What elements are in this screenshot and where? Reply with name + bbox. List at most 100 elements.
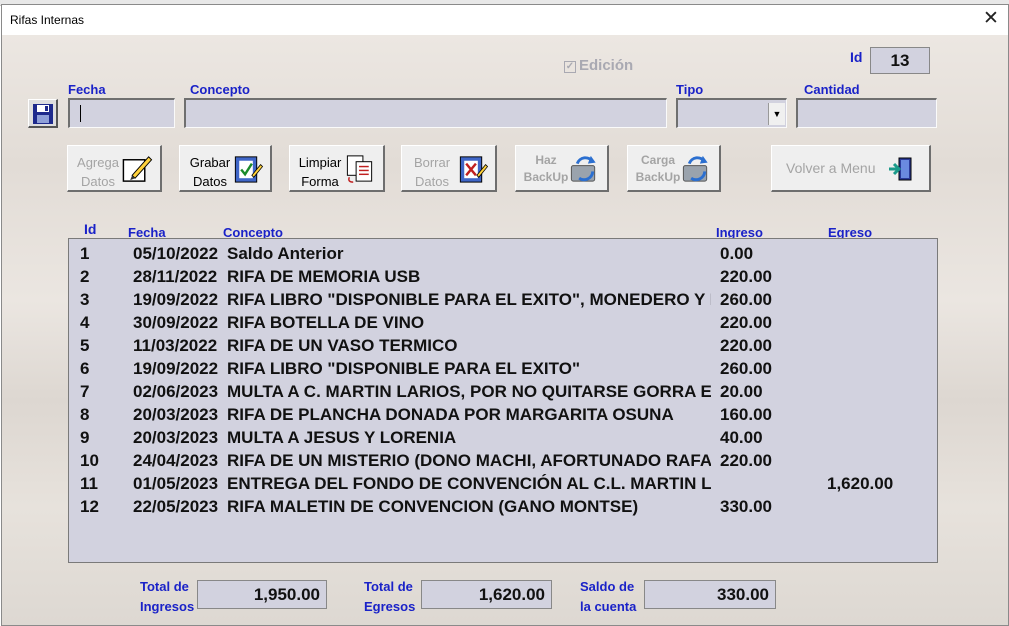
cell-id: 5	[80, 336, 90, 355]
restore-sync-icon	[682, 155, 708, 182]
list-item[interactable]: 11 01/05/2023 ENTREGA DEL FONDO DE CONVE…	[69, 472, 937, 495]
cell-fecha: 01/05/2023	[133, 474, 219, 493]
cell-ingreso: 40.00	[720, 428, 763, 447]
col-header-id: Id	[84, 221, 97, 237]
cell-id: 10	[80, 451, 99, 470]
agrega-datos-button[interactable]: Agrega Datos	[67, 145, 162, 192]
cell-ingreso: 330.00	[720, 497, 772, 516]
tipo-label: Tipo	[676, 82, 704, 97]
cell-fecha: 20/03/2023	[133, 428, 219, 447]
documents-refresh-icon	[346, 155, 373, 183]
cell-concepto: RIFA DE UN VASO TERMICO	[227, 336, 458, 355]
cell-concepto: Saldo Anterior	[227, 244, 344, 263]
cell-concepto: RIFA DE UN MISTERIO (DONO MACHI, AFORTUN…	[227, 451, 711, 470]
edicion-label: Edición	[579, 57, 634, 74]
fecha-input[interactable]	[68, 98, 175, 128]
cell-concepto: RIFA DE MEMORIA USB	[227, 267, 421, 286]
checkbox-check-icon: ✓	[564, 61, 576, 73]
save-disk-button[interactable]	[28, 99, 58, 128]
id-value: 13	[870, 47, 930, 74]
cell-concepto: RIFA LIBRO "DISPONIBLE PARA EL EXITO"	[227, 359, 581, 378]
cell-fecha: 19/09/2022	[133, 290, 219, 309]
cell-fecha: 28/11/2022	[133, 267, 218, 286]
cell-ingreso: 20.00	[720, 382, 763, 401]
limpiar-forma-label: Limpiar Forma	[298, 155, 342, 189]
cantidad-label: Cantidad	[804, 82, 860, 97]
list-item[interactable]: 5 11/03/2022 RIFA DE UN VASO TERMICO 220…	[69, 334, 937, 357]
cell-concepto: RIFA DE PLANCHA DONADA POR MARGARITA OSU…	[227, 405, 674, 424]
list-item[interactable]: 7 02/06/2023 MULTA A C. MARTIN LARIOS, P…	[69, 380, 937, 403]
cell-fecha: 30/09/2022	[133, 313, 219, 332]
cantidad-input[interactable]	[796, 98, 937, 128]
chevron-down-icon[interactable]: ▼	[768, 103, 785, 125]
borrar-datos-label: Borrar Datos	[413, 155, 451, 189]
cell-concepto: MULTA A JESUS Y LORENIA	[227, 428, 457, 447]
clipboard-delete-icon	[459, 156, 489, 183]
close-icon[interactable]: ✕	[980, 8, 1002, 30]
concepto-label: Concepto	[190, 82, 250, 97]
list-item[interactable]: 8 20/03/2023 RIFA DE PLANCHA DONADA POR …	[69, 403, 937, 426]
list-item[interactable]: 6 19/09/2022 RIFA LIBRO "DISPONIBLE PARA…	[69, 357, 937, 380]
cell-fecha: 20/03/2023	[133, 405, 219, 424]
cell-id: 1	[80, 244, 90, 263]
grabar-datos-button[interactable]: Grabar Datos	[179, 145, 272, 192]
agrega-datos-label: Agrega Datos	[77, 155, 119, 189]
cell-fecha: 19/09/2022	[133, 359, 219, 378]
cell-ingreso: 0.00	[720, 244, 754, 263]
carga-backup-button[interactable]: Carga BackUp	[627, 145, 721, 192]
total-ingresos-label: Total de Ingresos	[140, 579, 195, 614]
cell-ingreso: 260.00	[720, 359, 772, 378]
list-item[interactable]: 4 30/09/2022 RIFA BOTELLA DE VINO 220.00	[69, 311, 937, 334]
list-item[interactable]: 9 20/03/2023 MULTA A JESUS Y LORENIA 40.…	[69, 426, 937, 449]
borrar-datos-button[interactable]: Borrar Datos	[401, 145, 497, 192]
list-item[interactable]: 1 05/10/2022 Saldo Anterior 0.00	[69, 242, 937, 265]
cell-id: 3	[80, 290, 90, 309]
list-item[interactable]: 10 24/04/2023 RIFA DE UN MISTERIO (DONO …	[69, 449, 937, 472]
cell-id: 7	[80, 382, 90, 401]
cell-id: 9	[80, 428, 90, 447]
cell-id: 12	[80, 497, 99, 516]
haz-backup-button[interactable]: Haz BackUp	[515, 145, 609, 192]
volver-menu-label: Volver a Menu	[786, 160, 876, 176]
cell-id: 6	[80, 359, 90, 378]
clipboard-check-icon	[234, 156, 264, 183]
saldo-cuenta-value: 330.00	[644, 580, 776, 609]
cell-fecha: 05/10/2022	[133, 244, 219, 263]
cell-id: 8	[80, 405, 90, 424]
total-ingresos-value: 1,950.00	[197, 580, 327, 609]
text-caret	[80, 105, 81, 122]
limpiar-forma-button[interactable]: Limpiar Forma	[289, 145, 385, 192]
cell-ingreso: 260.00	[720, 290, 772, 309]
cell-concepto: RIFA BOTELLA DE VINO	[227, 313, 425, 332]
cell-concepto: RIFA LIBRO "DISPONIBLE PARA EL EXITO", M…	[227, 290, 711, 309]
cell-fecha: 22/05/2023	[133, 497, 219, 516]
document-pen-icon	[122, 156, 153, 182]
list-item[interactable]: 2 28/11/2022 RIFA DE MEMORIA USB 220.00	[69, 265, 937, 288]
cell-concepto: MULTA A C. MARTIN LARIOS, POR NO QUITARS…	[227, 382, 711, 401]
cell-fecha: 24/04/2023	[133, 451, 219, 470]
records-list[interactable]: 1 05/10/2022 Saldo Anterior 0.00 2 28/11…	[68, 238, 938, 563]
rifas-window: Rifas Internas ✕ ✓ Edición Id 13 Fecha Co…	[1, 4, 1009, 626]
cell-id: 11	[80, 474, 98, 493]
form-client-area: ✓ Edición Id 13 Fecha Concepto Tipo Canti…	[2, 35, 1008, 625]
total-egresos-value: 1,620.00	[421, 580, 552, 609]
tipo-select[interactable]: ▼	[676, 98, 787, 128]
cell-id: 2	[80, 267, 90, 286]
exit-door-icon	[889, 157, 912, 181]
cell-id: 4	[80, 313, 90, 332]
total-egresos-label: Total de Egresos	[364, 579, 416, 614]
saldo-cuenta-label: Saldo de la cuenta	[580, 579, 637, 614]
list-item[interactable]: 3 19/09/2022 RIFA LIBRO "DISPONIBLE PARA…	[69, 288, 937, 311]
cell-fecha: 11/03/2022	[133, 336, 218, 355]
cell-egreso: 1,620.00	[827, 474, 894, 493]
backup-sync-icon	[570, 155, 596, 182]
cell-ingreso: 220.00	[720, 267, 772, 286]
volver-menu-button[interactable]: Volver a Menu	[771, 145, 931, 192]
window-title: Rifas Internas	[10, 13, 85, 27]
cell-ingreso: 220.00	[720, 336, 772, 355]
concepto-input[interactable]	[184, 98, 667, 128]
cell-ingreso: 220.00	[720, 451, 772, 470]
floppy-disk-icon	[33, 104, 53, 124]
fecha-label: Fecha	[68, 82, 106, 97]
list-item[interactable]: 12 22/05/2023 RIFA MALETIN DE CONVENCION…	[69, 495, 937, 518]
